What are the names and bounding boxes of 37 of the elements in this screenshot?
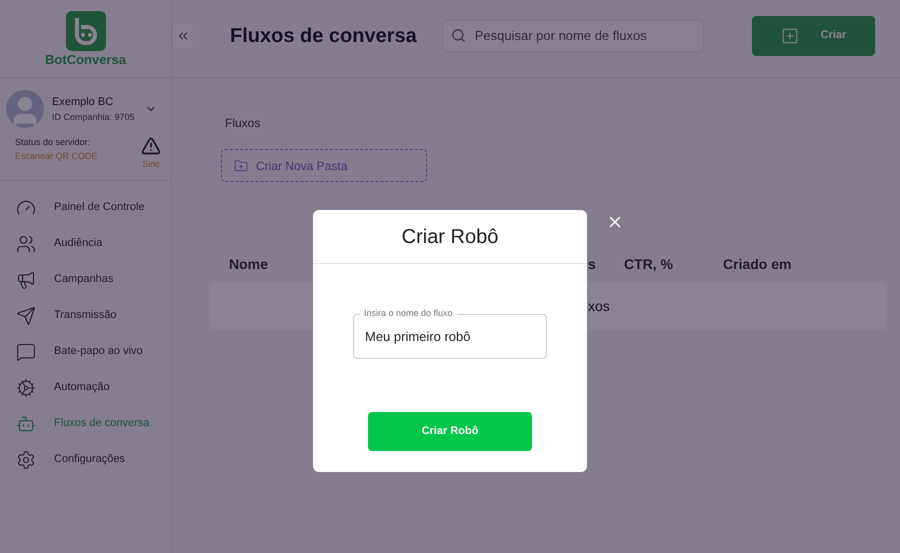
column-header: s: [588, 254, 597, 274]
nav-item[interactable]: Bate-papo ao vivo: [16, 340, 155, 362]
nav-item[interactable]: Fluxos de conversa: [16, 412, 155, 434]
create-button[interactable]: Criar: [752, 16, 875, 56]
nav-item[interactable]: Campanhas: [16, 268, 155, 290]
column-header: Nome: [229, 254, 269, 274]
warning-icon: [141, 136, 161, 156]
folder-plus-icon: [234, 158, 248, 172]
megaphone-icon: [16, 270, 36, 290]
create-robot-button[interactable]: Criar Robô: [368, 412, 532, 451]
settings-icon: [16, 450, 36, 470]
users-icon: [16, 234, 36, 254]
company-id: ID Companhia: 9705: [52, 110, 135, 124]
gears-icon: [16, 378, 36, 398]
field-label: Insira o nome do fluxo: [360, 307, 457, 319]
brand-name: BotConversa: [45, 53, 126, 66]
column-header: Criado em: [723, 254, 792, 274]
account-name: Exemplo BC: [52, 95, 114, 110]
send-icon: [16, 306, 36, 326]
nav-item[interactable]: Painel de Controle: [16, 196, 155, 218]
nav-item[interactable]: Transmissão: [16, 304, 155, 326]
avatar: [6, 90, 44, 128]
search-field[interactable]: Pesquisar por nome de fluxos: [442, 20, 704, 52]
search-icon: [450, 28, 466, 42]
column-header: CTR, %: [624, 254, 674, 274]
nav-item[interactable]: Configurações: [16, 448, 155, 470]
server-status-label: Status do servidor:: [15, 136, 92, 149]
empty-message: xos: [588, 296, 610, 316]
nav-item[interactable]: Automação: [16, 376, 155, 398]
new-folder-button[interactable]: Criar Nova Pasta: [221, 149, 427, 182]
nav-item[interactable]: Audiência: [16, 232, 155, 254]
dialog-title: Criar Robô: [402, 224, 498, 250]
chat-icon: [16, 342, 36, 362]
plus-square-icon: [780, 26, 799, 44]
section-title: Fluxos: [225, 116, 260, 130]
page-title: Fluxos de conversa: [230, 24, 417, 48]
logo-icon: [66, 11, 106, 51]
